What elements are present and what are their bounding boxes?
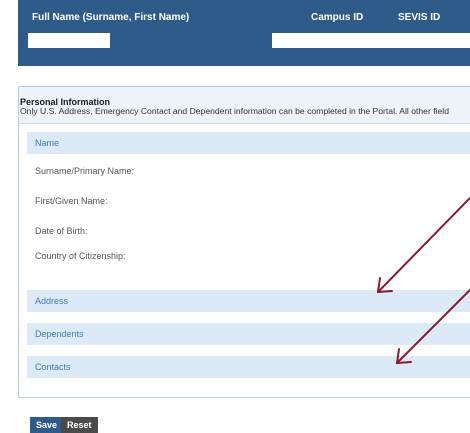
header-values-row xyxy=(18,33,470,49)
section-contacts[interactable]: Contacts xyxy=(27,356,470,378)
date-of-birth-label: Date of Birth: xyxy=(35,226,88,236)
country-of-citizenship-label: Country of Citizenship: xyxy=(35,251,126,261)
student-header-bar: Full Name (Surname, First Name) Campus I… xyxy=(18,0,470,66)
header-labels: Full Name (Surname, First Name) Campus I… xyxy=(28,12,470,26)
panel-header: Personal Information Only U.S. Address, … xyxy=(19,87,470,124)
save-button[interactable]: Save xyxy=(30,417,64,433)
reset-button[interactable]: Reset xyxy=(61,417,98,433)
sevis-id-header: SEVIS ID xyxy=(398,12,441,23)
full-name-value xyxy=(28,33,110,48)
first-name-label: First/Given Name: xyxy=(35,196,108,206)
section-address[interactable]: Address xyxy=(27,290,470,312)
surname-label: Surname/Primary Name: xyxy=(35,166,135,176)
campus-id-header: Campus ID xyxy=(311,12,364,23)
section-dependents[interactable]: Dependents xyxy=(27,323,470,345)
campus-id-value xyxy=(272,33,470,48)
personal-information-panel: Personal Information Only U.S. Address, … xyxy=(18,86,470,398)
panel-subtitle: Only U.S. Address, Emergency Contact and… xyxy=(20,106,449,116)
section-name[interactable]: Name xyxy=(27,132,470,154)
full-name-header: Full Name (Surname, First Name) xyxy=(32,12,190,23)
